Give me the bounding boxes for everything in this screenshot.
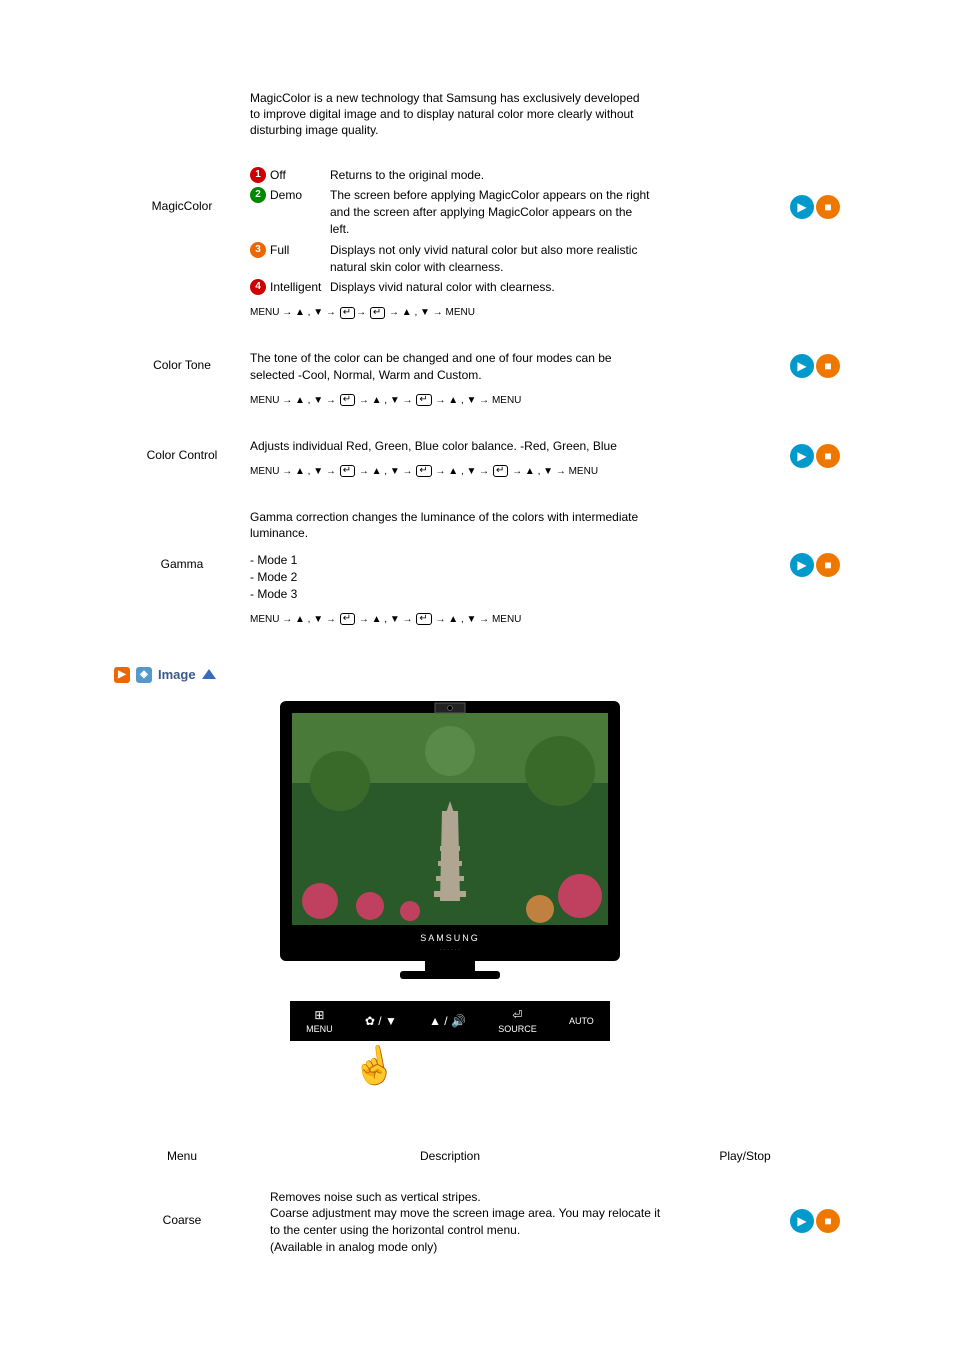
colorcontrol-menu-path: MENU → ▲ , ▼ → ↵ → ▲ , ▼ → ↵ → ▲ , ▼ → ↵… <box>250 465 650 479</box>
colortone-label: Color Tone <box>114 350 250 372</box>
hand-icon: ☝ <box>349 1041 400 1090</box>
numbered-badge-1: 1 <box>250 167 266 183</box>
enter-icon: ⏎ <box>512 1008 522 1022</box>
row-coarse: Coarse Removes noise such as vertical st… <box>114 1189 840 1256</box>
section-title-image: Image <box>158 667 196 682</box>
section-icon-triangle <box>202 669 216 679</box>
coarse-line2: Coarse adjustment may move the screen im… <box>270 1205 670 1239</box>
gamma-mode3: - Mode 3 <box>250 586 650 603</box>
mode-intelligent-name: Intelligent <box>270 279 330 296</box>
colortone-desc: The tone of the color can be changed and… <box>250 350 650 384</box>
button-menu[interactable]: ⊞ MENU <box>306 1008 333 1034</box>
gamma-label: Gamma <box>114 509 250 571</box>
stop-icon[interactable]: ■ <box>816 1209 840 1233</box>
section-header-image: ▶ ◈ Image <box>114 667 840 683</box>
svg-text:· · · · · ·: · · · · · · <box>440 947 460 953</box>
hand-figure: ☝ <box>290 1041 610 1099</box>
play-icon[interactable]: ▶ <box>790 553 814 577</box>
row-colorcontrol: Color Control Adjusts individual Red, Gr… <box>114 438 840 479</box>
colorcontrol-label: Color Control <box>114 438 250 462</box>
play-icon[interactable]: ▶ <box>790 444 814 468</box>
gamma-mode2: - Mode 2 <box>250 569 650 586</box>
numbered-badge-4: 4 <box>250 279 266 295</box>
section-icon-nav: ◈ <box>136 667 152 683</box>
mode-full-name: Full <box>270 242 330 259</box>
play-icon[interactable]: ▶ <box>790 354 814 378</box>
numbered-badge-2: 2 <box>250 187 266 203</box>
menu-icon: ⊞ <box>314 1008 324 1022</box>
header-description: Description <box>250 1149 650 1163</box>
intro-text: MagicColor is a new technology that Sams… <box>250 90 650 139</box>
mode-demo-name: Demo <box>270 187 330 204</box>
coarse-line3: (Available in analog mode only) <box>270 1239 670 1256</box>
gamma-menu-path: MENU → ▲ , ▼ → ↵ → ▲ , ▼ → ↵ → ▲ , ▼ → M… <box>250 613 650 627</box>
button-settings-down[interactable]: ✿ / ▼ <box>365 1014 397 1028</box>
colorcontrol-desc: Adjusts individual Red, Green, Blue colo… <box>250 438 650 455</box>
stop-icon[interactable]: ■ <box>816 444 840 468</box>
row-magiccolor: MagicColor 1 Off Returns to the original… <box>114 167 840 321</box>
mode-full-desc: Displays not only vivid natural color bu… <box>330 242 650 276</box>
play-icon[interactable]: ▶ <box>790 1209 814 1233</box>
osd-brand: SAMSUNG <box>420 933 480 943</box>
numbered-badge-3: 3 <box>250 242 266 258</box>
section-icon-play: ▶ <box>114 667 130 683</box>
up-vol-icon: ▲ / 🔊 <box>429 1014 466 1028</box>
stop-icon[interactable]: ■ <box>816 553 840 577</box>
button-source[interactable]: ⏎ SOURCE <box>498 1008 537 1034</box>
colortone-menu-path: MENU → ▲ , ▼ → ↵ → ▲ , ▼ → ↵ → ▲ , ▼ → M… <box>250 394 650 408</box>
mode-off-name: Off <box>270 167 330 184</box>
button-auto[interactable]: AUTO <box>569 1016 594 1026</box>
stop-icon[interactable]: ■ <box>816 354 840 378</box>
button-source-label: SOURCE <box>498 1024 537 1034</box>
play-icon[interactable]: ▶ <box>790 195 814 219</box>
table-headers: Menu Description Play/Stop <box>114 1149 840 1163</box>
mode-intelligent-desc: Displays vivid natural color with clearn… <box>330 279 650 296</box>
gamma-mode1: - Mode 1 <box>250 552 650 569</box>
button-menu-label: MENU <box>306 1024 333 1034</box>
monitor-figure: SAMSUNG · · · · · · ⊞ MENU ✿ / ▼ ▲ / 🔊 ⏎ <box>250 701 650 1099</box>
stop-icon[interactable]: ■ <box>816 195 840 219</box>
gamma-desc: Gamma correction changes the luminance o… <box>250 509 650 543</box>
coarse-label: Coarse <box>114 1189 250 1227</box>
coarse-line1: Removes noise such as vertical stripes. <box>270 1189 670 1206</box>
button-bar: ⊞ MENU ✿ / ▼ ▲ / 🔊 ⏎ SOURCE AUTO <box>290 1001 610 1041</box>
header-playstop: Play/Stop <box>650 1149 840 1163</box>
magiccolor-label: MagicColor <box>114 167 250 213</box>
mode-off-desc: Returns to the original mode. <box>330 167 650 184</box>
monitor-illustration: SAMSUNG · · · · · · <box>280 701 620 981</box>
button-up-vol[interactable]: ▲ / 🔊 <box>429 1014 466 1028</box>
button-auto-label: AUTO <box>569 1016 594 1026</box>
row-colortone: Color Tone The tone of the color can be … <box>114 350 840 408</box>
settings-down-icon: ✿ / ▼ <box>365 1014 397 1028</box>
magiccolor-menu-path: MENU → ▲ , ▼ → ↵→ ↵ → ▲ , ▼ → MENU <box>250 306 650 320</box>
row-gamma: Gamma Gamma correction changes the lumin… <box>114 509 840 627</box>
header-menu: Menu <box>114 1149 250 1163</box>
mode-demo-desc: The screen before applying MagicColor ap… <box>330 187 650 237</box>
